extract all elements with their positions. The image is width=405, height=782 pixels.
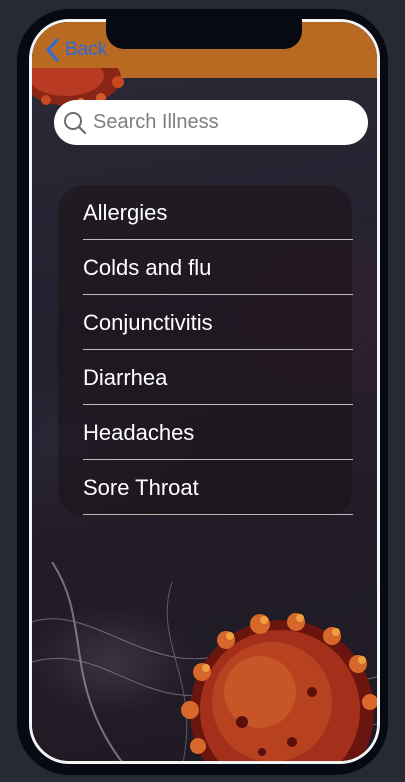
app-screen: Back Allergies Colds and flu Conjunctivi… [29, 19, 380, 764]
list-item-diarrhea[interactable]: Diarrhea [83, 350, 353, 405]
search-input[interactable] [93, 111, 343, 134]
illness-list: Allergies Colds and flu Conjunctivitis D… [58, 185, 353, 516]
phone-notch [106, 19, 302, 49]
back-button[interactable]: Back [45, 38, 107, 62]
list-item-headaches[interactable]: Headaches [83, 405, 353, 460]
list-item-colds-and-flu[interactable]: Colds and flu [83, 240, 353, 295]
list-item-sore-throat[interactable]: Sore Throat [83, 460, 353, 515]
list-item-allergies[interactable]: Allergies [83, 185, 353, 240]
search-bar[interactable] [54, 100, 368, 145]
list-item-conjunctivitis[interactable]: Conjunctivitis [83, 295, 353, 350]
back-label[interactable]: Back [65, 39, 107, 61]
virus-decoration-bottom [181, 613, 377, 761]
chevron-left-icon [46, 38, 59, 62]
search-icon [64, 111, 87, 134]
